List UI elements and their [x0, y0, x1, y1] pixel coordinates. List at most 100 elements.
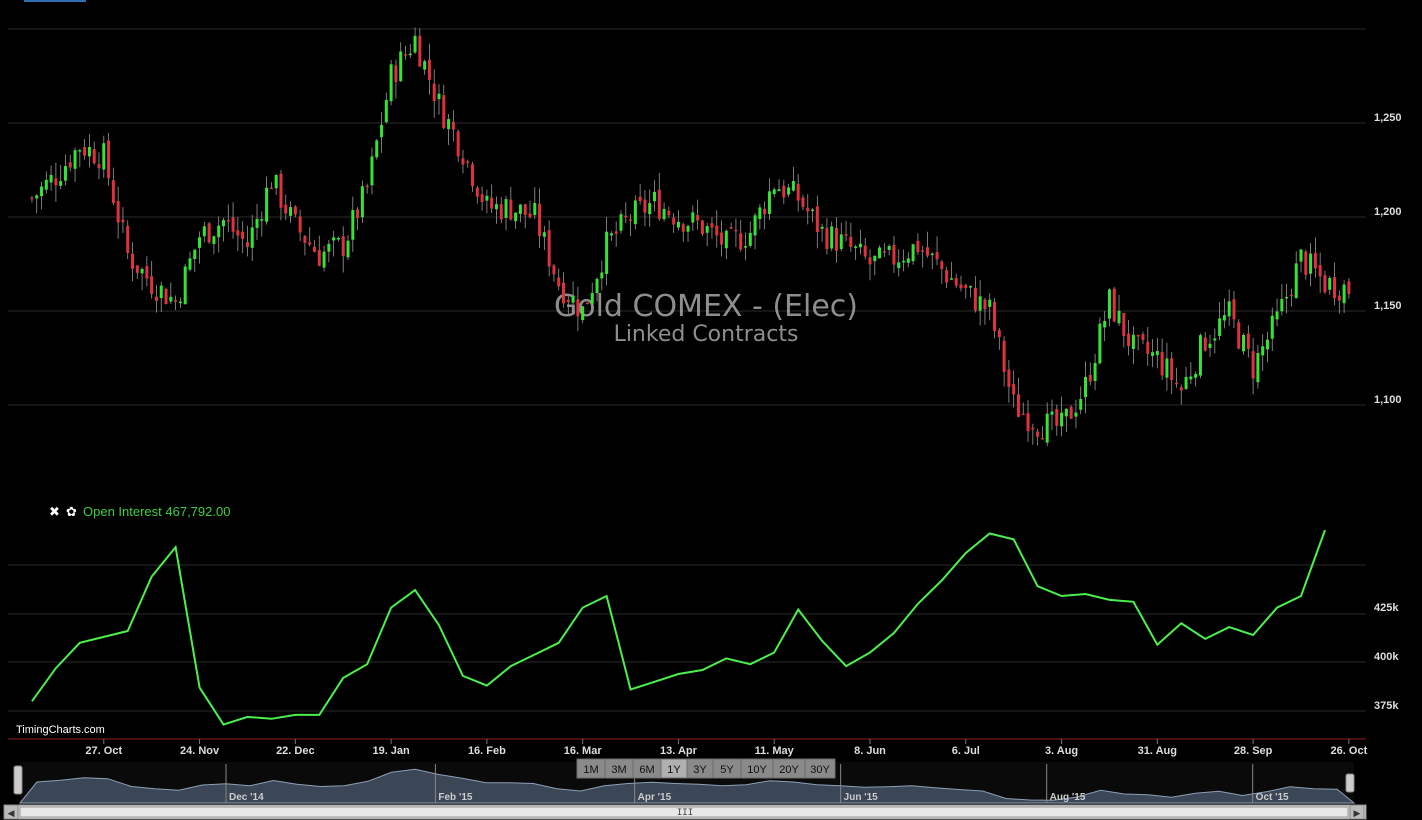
candle-up — [1256, 353, 1260, 383]
candle-up — [772, 189, 776, 195]
y-tick-label: 1,150 — [1374, 300, 1402, 312]
candle-down — [528, 213, 532, 218]
candle-down — [806, 207, 810, 212]
candle-up — [1261, 346, 1265, 356]
navigator-handle-right[interactable] — [1345, 773, 1355, 793]
range-button-30y[interactable]: 30Y — [804, 758, 836, 779]
candle-down — [1012, 383, 1016, 395]
candle-down — [935, 251, 939, 260]
candle-down — [1337, 295, 1341, 301]
scroll-right-arrow-icon: ▶ — [1354, 808, 1361, 818]
candle-down — [844, 234, 848, 236]
candle-down — [566, 299, 570, 302]
candle-up — [102, 143, 106, 170]
candle-down — [997, 330, 1001, 338]
candle-down — [1127, 333, 1131, 347]
candle-down — [308, 242, 312, 245]
range-button-6m[interactable]: 6M — [632, 758, 662, 779]
candle-up — [250, 227, 254, 248]
candle-down — [509, 199, 513, 220]
candle-down — [523, 204, 527, 215]
candle-up — [820, 226, 824, 229]
candle-down — [696, 215, 700, 221]
candle-down — [700, 220, 704, 234]
candle-down — [547, 230, 551, 267]
x-axis: 27. Oct 24. Nov 22. Dec 19. Jan 16. Feb 16. M… — [85, 739, 1368, 757]
candle-down — [466, 161, 470, 163]
open-interest-label: Open Interest 467,792.00 — [83, 504, 230, 519]
candle-up — [839, 234, 843, 249]
candle-up — [1184, 376, 1188, 389]
candle-down — [456, 131, 460, 157]
candle-up — [183, 266, 187, 305]
candle-up — [413, 35, 417, 53]
candle-up — [1064, 408, 1068, 417]
candle-down — [562, 282, 566, 304]
x-tick-label: 24. Nov — [180, 745, 220, 757]
candle-down — [983, 299, 987, 310]
navigator-handle-left[interactable] — [13, 765, 23, 795]
candle-up — [1285, 296, 1289, 299]
gear-icon[interactable]: ✿ — [66, 505, 77, 520]
candle-up — [188, 258, 192, 270]
oi-y-tick-label: 375k — [1374, 700, 1399, 712]
candle-down — [1007, 369, 1011, 387]
x-tick-label: 16. Feb — [468, 745, 506, 757]
candle-down — [418, 35, 422, 67]
range-button-20y[interactable]: 20Y — [772, 758, 806, 779]
candle-up — [605, 231, 609, 274]
candle-down — [1040, 437, 1044, 440]
range-button-label: 10Y — [747, 764, 767, 776]
candle-up — [59, 181, 63, 186]
candle-up — [571, 295, 575, 303]
candle-down — [672, 217, 676, 225]
candle-up — [1079, 398, 1083, 410]
candle-down — [126, 225, 130, 253]
candle-up — [724, 230, 728, 249]
candle-up — [1050, 411, 1054, 415]
range-button-3y[interactable]: 3Y — [686, 758, 714, 779]
close-icon[interactable]: ✖ — [49, 505, 60, 520]
candle-up — [35, 195, 39, 199]
range-button-10y[interactable]: 10Y — [740, 758, 774, 779]
candle-up — [222, 219, 226, 227]
candle-up — [217, 225, 221, 238]
candle-up — [969, 286, 973, 288]
candle-up — [485, 195, 489, 201]
candle-up — [777, 189, 781, 192]
navigator-label: Dec '14 — [229, 792, 264, 803]
candle-up — [49, 174, 53, 183]
candle-down — [1304, 251, 1308, 275]
candle-down — [1347, 281, 1351, 294]
candle-down — [231, 217, 235, 232]
candle-down — [145, 266, 149, 279]
candle-up — [662, 208, 666, 220]
candle-up — [380, 124, 384, 138]
candle-down — [131, 253, 135, 269]
x-tick-label: 31. Aug — [1138, 745, 1177, 757]
candle-down — [1002, 340, 1006, 372]
candle-up — [633, 200, 637, 225]
candle-down — [442, 95, 446, 129]
y-tick-label: 1,250 — [1374, 112, 1402, 124]
navigator-label: Oct '15 — [1256, 792, 1289, 803]
candle-up — [648, 203, 652, 215]
watermark: Gold COMEX - (Elec) Linked Contracts — [554, 289, 858, 347]
candle-up — [289, 207, 293, 216]
x-tick-label: 3. Aug — [1045, 745, 1078, 757]
candle-down — [236, 230, 240, 236]
candle-down — [30, 197, 34, 200]
candle-down — [834, 227, 838, 251]
candle-down — [1112, 288, 1116, 322]
candle-down — [111, 180, 115, 204]
range-button-3m[interactable]: 3M — [604, 758, 634, 779]
candle-up — [873, 255, 877, 262]
range-button-5y[interactable]: 5Y — [712, 758, 742, 779]
candle-up — [159, 285, 163, 299]
candle-up — [514, 212, 518, 222]
candle-up — [423, 61, 427, 70]
candle-down — [925, 247, 929, 256]
range-button-1m[interactable]: 1M — [576, 758, 606, 779]
candle-down — [945, 270, 949, 283]
range-button-1y[interactable]: 1Y — [660, 758, 688, 779]
